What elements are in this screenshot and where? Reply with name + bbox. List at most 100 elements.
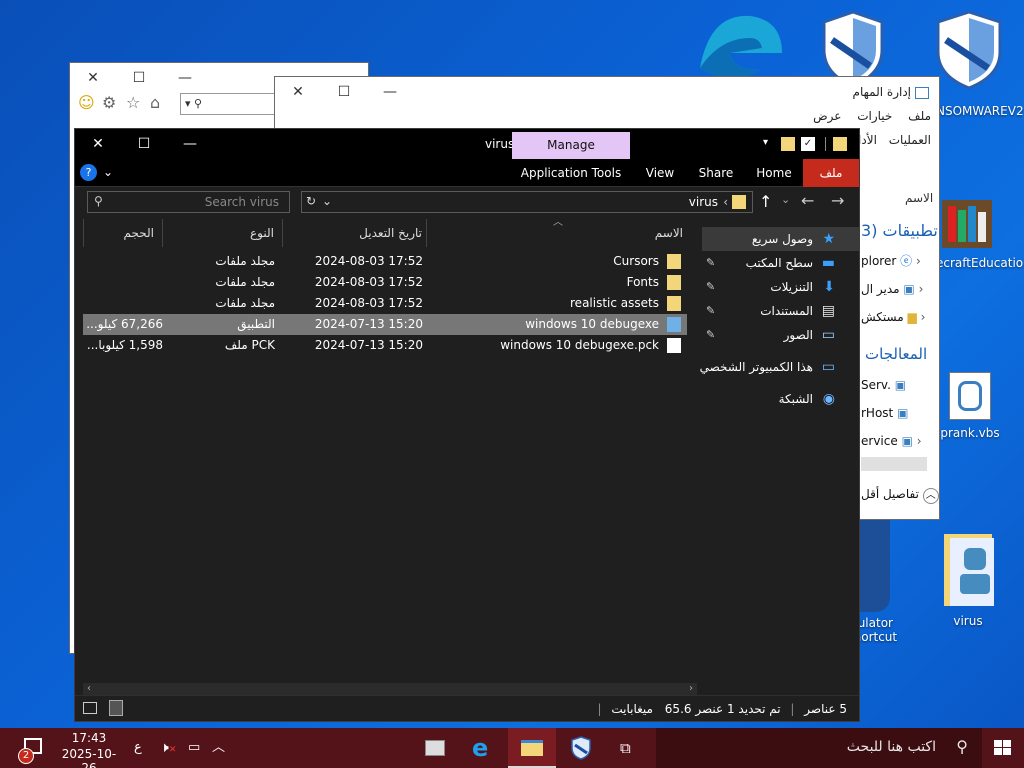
- list-item[interactable]: Serv. ▣: [861, 371, 939, 399]
- close-icon[interactable]: ✕: [70, 63, 116, 93]
- notification-center-button[interactable]: 2: [18, 728, 52, 768]
- menu-options[interactable]: خيارات: [857, 109, 892, 123]
- file-type: مجلد ملفات: [215, 275, 275, 289]
- forward-arrow-icon[interactable]: ←: [801, 191, 814, 210]
- tab-performance[interactable]: الأدا: [858, 133, 877, 147]
- taskbar-file-explorer[interactable]: [508, 728, 556, 768]
- details-view-icon[interactable]: [83, 702, 97, 714]
- maximize-icon[interactable]: ☐: [321, 77, 367, 107]
- nav-item[interactable]: ✎ ⬇ التنزيلات: [702, 275, 859, 299]
- gear-icon[interactable]: ⚙: [102, 93, 116, 112]
- task-manager-hscroll[interactable]: [861, 457, 927, 471]
- nav-item[interactable]: ✎ ▬ سطح المكتب: [702, 251, 859, 275]
- breadcrumb-chevron-icon[interactable]: ‹: [723, 195, 728, 209]
- status-count: 5 عناصر: [804, 702, 847, 716]
- close-icon[interactable]: ✕: [75, 129, 121, 159]
- nav-item[interactable]: ✎ ▤ المستندات: [702, 299, 859, 323]
- minimize-icon[interactable]: —: [367, 77, 413, 107]
- file-date: 2024-08-03 17:52: [314, 254, 423, 268]
- menu-file[interactable]: ملف: [908, 109, 931, 123]
- folder-icon[interactable]: [833, 137, 847, 151]
- up-arrow-icon[interactable]: ↑: [759, 192, 772, 211]
- maximize-icon[interactable]: ☐: [116, 63, 162, 93]
- desktop-icon-prank-vbs[interactable]: prank.vbs: [930, 372, 1010, 440]
- desktop-icon-minecraft[interactable]: ecraftEducatio...: [936, 200, 1024, 270]
- task-view-button[interactable]: ⧉: [620, 728, 646, 768]
- desktop-shield-icon-2[interactable]: [934, 10, 1004, 90]
- column-name[interactable]: الاسم: [905, 191, 933, 205]
- tab-view[interactable]: View: [637, 159, 683, 187]
- ribbon-expand-icon[interactable]: ⌄: [103, 165, 113, 179]
- pin-icon[interactable]: ✎: [706, 275, 715, 299]
- taskbar-search[interactable]: اكتب هنا للبحث ⚲: [656, 728, 982, 768]
- list-item[interactable]: plorer ⓔ ›: [861, 247, 939, 275]
- address-bar[interactable]: ↻ ⌄ virus ‹: [301, 191, 753, 213]
- tab-application-tools[interactable]: Application Tools: [515, 159, 627, 187]
- file-icon: [667, 338, 681, 353]
- maximize-icon[interactable]: ☐: [121, 129, 167, 159]
- volume-muted-icon[interactable]: 🕨✕: [160, 728, 182, 768]
- tab-share[interactable]: Share: [691, 159, 741, 187]
- address-dropdown-icon[interactable]: ⌄: [322, 194, 332, 208]
- list-item[interactable]: rHost ▣: [861, 399, 939, 427]
- manage-context-tab[interactable]: Manage: [512, 132, 630, 159]
- minimize-icon[interactable]: —: [162, 63, 208, 93]
- task-manager-icon: ▣: [903, 282, 915, 296]
- taskbar-shield-app[interactable]: [566, 728, 596, 768]
- minimize-icon[interactable]: —: [167, 129, 213, 159]
- clock[interactable]: 17:43 2025-10-26: [56, 728, 122, 768]
- nav-item-label: الصور: [783, 328, 813, 342]
- star-icon[interactable]: ☆: [126, 93, 140, 112]
- list-item[interactable]: مستكش ▆ ›: [861, 303, 939, 331]
- close-icon[interactable]: ✕: [275, 77, 321, 107]
- recent-dropdown-icon[interactable]: ⌄: [781, 193, 790, 206]
- properties-icon[interactable]: ✓: [801, 137, 815, 151]
- pin-icon[interactable]: ✎: [706, 323, 715, 347]
- file-row[interactable]: 67,266 كيلو... التطبيق 2024-07-13 15:20 win…: [83, 314, 687, 335]
- help-icon[interactable]: ?: [80, 164, 97, 181]
- desktop-icon-ransomware[interactable]: NSOMWAREV2: [936, 104, 1024, 118]
- file-explorer-window[interactable]: ✕ ☐ — virus Manage ▾ ✓ ? ⌄ Application T…: [74, 128, 860, 722]
- taskbar-task-manager[interactable]: [418, 728, 452, 768]
- address-path[interactable]: virus: [689, 195, 718, 209]
- file-row[interactable]: 1,598 كيلوبا... ملف PCK 2024-07-13 15:20 wi…: [83, 335, 687, 356]
- smiley-icon[interactable]: ☺: [78, 93, 95, 112]
- tab-file[interactable]: ملف: [803, 159, 859, 187]
- fewer-details-button[interactable]: تفاصيل أقل ︿: [861, 487, 939, 504]
- nav-item[interactable]: ◉ الشبكة: [702, 387, 859, 411]
- nav-item-label: التنزيلات: [770, 280, 813, 294]
- nav-item[interactable]: ✎ ▭ الصور: [702, 323, 859, 347]
- edge-desktop-icon[interactable]: [690, 8, 786, 78]
- list-item[interactable]: ervice ▣ ›: [861, 427, 939, 455]
- pin-icon[interactable]: ✎: [706, 299, 715, 323]
- refresh-icon[interactable]: ↻: [306, 194, 316, 208]
- start-button[interactable]: [984, 728, 1024, 768]
- tab-home[interactable]: Home: [749, 159, 799, 187]
- folder-icon[interactable]: [781, 137, 795, 151]
- input-language[interactable]: ع: [134, 728, 150, 768]
- nav-item[interactable]: ▭ هذا الكمبيوتر الشخصي: [700, 355, 859, 379]
- taskbar-internet-explorer[interactable]: e: [466, 728, 500, 768]
- back-arrow-icon[interactable]: →: [831, 191, 844, 210]
- show-hidden-icons-icon[interactable]: ︿: [212, 728, 230, 768]
- file-row[interactable]: مجلد ملفات 2024-08-03 17:52 Fonts: [83, 272, 687, 293]
- file-row[interactable]: مجلد ملفات 2024-08-03 17:52 realistic asse…: [83, 293, 687, 314]
- nav-item[interactable]: ★ وصول سريع: [702, 227, 859, 251]
- column-date[interactable]: تاريخ التعديل: [283, 219, 427, 247]
- scroll-right-icon[interactable]: ›: [689, 683, 693, 694]
- network-icon[interactable]: ▭: [188, 728, 208, 768]
- list-item[interactable]: مدير ال ▣ ›: [861, 275, 939, 303]
- pin-icon[interactable]: ✎: [706, 251, 715, 275]
- home-icon[interactable]: ⌂: [150, 93, 160, 112]
- tab-processes[interactable]: العمليات: [889, 133, 931, 147]
- column-type[interactable]: النوع: [163, 219, 283, 247]
- file-row[interactable]: مجلد ملفات 2024-08-03 17:52 Cursors: [83, 251, 687, 272]
- menu-view[interactable]: عرض: [813, 109, 841, 123]
- scroll-left-icon[interactable]: ‹: [87, 683, 91, 694]
- search-box[interactable]: ⚲ Search virus: [87, 191, 290, 213]
- search-dropdown[interactable]: ▾ ⚲: [180, 93, 280, 115]
- column-size[interactable]: الحجم: [83, 219, 163, 247]
- qat-dropdown-icon[interactable]: ▾: [763, 137, 768, 148]
- large-icons-view-icon[interactable]: [109, 700, 123, 716]
- desktop-icon-virus-folder[interactable]: virus: [930, 528, 1006, 628]
